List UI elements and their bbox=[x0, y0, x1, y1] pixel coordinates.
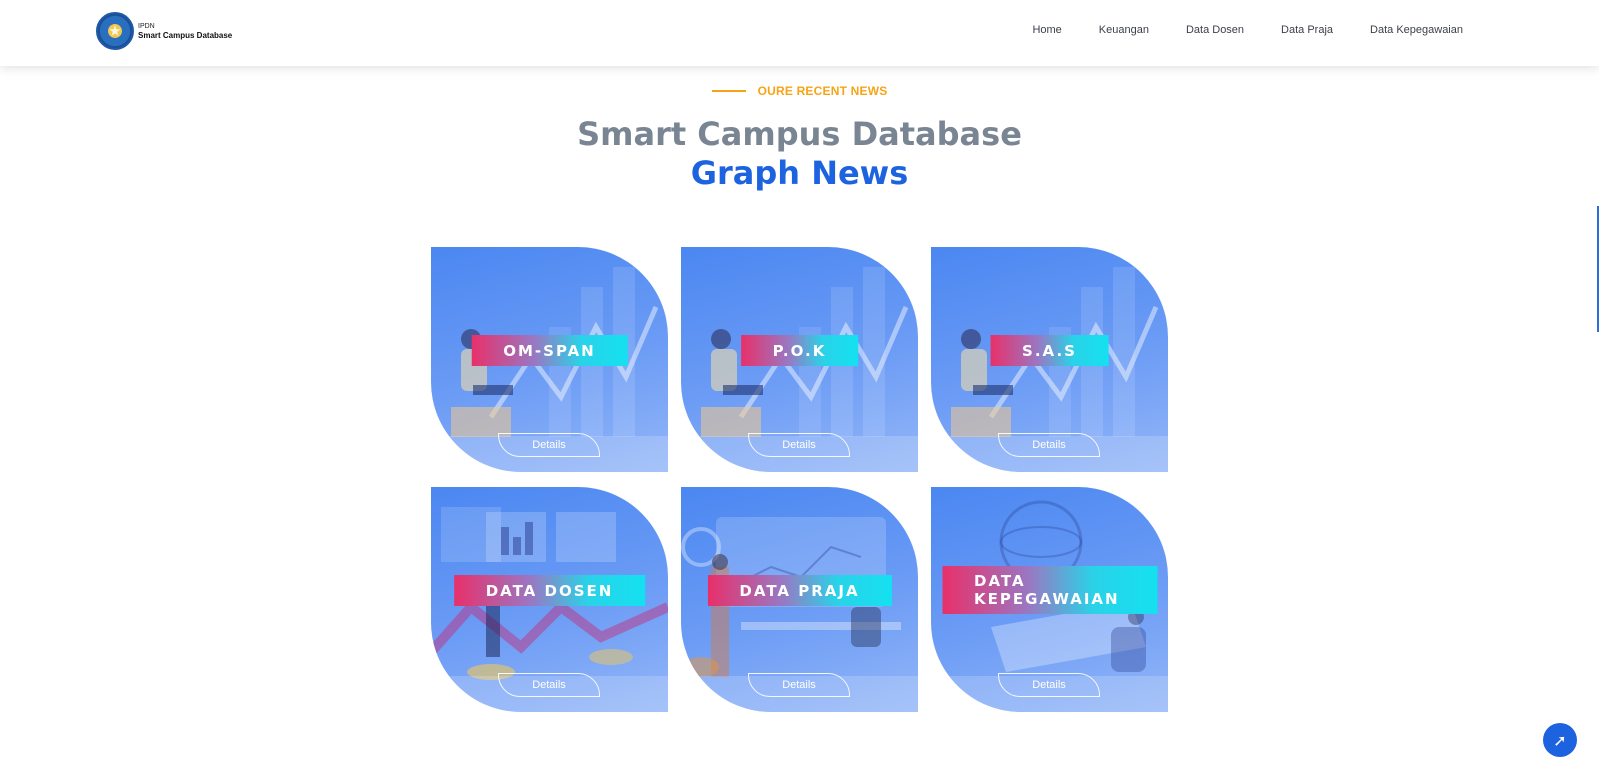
arrow-up-icon: ➚ bbox=[1553, 730, 1567, 750]
card-sas[interactable]: S.A.S Details bbox=[931, 247, 1168, 472]
nav-data-dosen[interactable]: Data Dosen bbox=[1186, 24, 1244, 36]
brand-small-text: IPDN bbox=[138, 23, 155, 30]
card-label: S.A.S bbox=[990, 335, 1109, 366]
ipdn-logo-icon[interactable] bbox=[96, 12, 134, 50]
kicker-line bbox=[711, 90, 746, 92]
main-nav: Home Keuangan Data Dosen Data Praja Data… bbox=[995, 24, 1463, 36]
scroll-to-top-button[interactable]: ➚ bbox=[1543, 723, 1577, 757]
nav-data-kepegawaian[interactable]: Data Kepegawaian bbox=[1370, 24, 1463, 36]
card-data-kepegawaian[interactable]: DATA KEPEGAWAIAN Details bbox=[931, 487, 1168, 712]
card-pok[interactable]: P.O.K Details bbox=[681, 247, 918, 472]
brand-name: Smart Campus Database bbox=[138, 31, 233, 40]
card-label: DATA PRAJA bbox=[707, 575, 892, 606]
details-button[interactable]: Details bbox=[748, 673, 850, 697]
card-data-dosen[interactable]: DATA DOSEN Details bbox=[431, 487, 668, 712]
card-label: P.O.K bbox=[740, 335, 859, 366]
card-label: DATA DOSEN bbox=[453, 575, 646, 606]
kicker-text: OURE RECENT NEWS bbox=[757, 84, 888, 98]
details-button[interactable]: Details bbox=[998, 673, 1100, 697]
details-button[interactable]: Details bbox=[998, 433, 1100, 457]
section-subtitle: Graph News bbox=[690, 154, 909, 192]
card-om-span[interactable]: OM-SPAN Details bbox=[431, 247, 668, 472]
section-title: Smart Campus Database bbox=[577, 115, 1022, 153]
details-button[interactable]: Details bbox=[748, 433, 850, 457]
nav-home[interactable]: Home bbox=[1032, 24, 1061, 36]
card-label: OM-SPAN bbox=[471, 335, 628, 366]
nav-keuangan[interactable]: Keuangan bbox=[1099, 24, 1149, 36]
nav-data-praja[interactable]: Data Praja bbox=[1281, 24, 1333, 36]
details-button[interactable]: Details bbox=[498, 433, 600, 457]
brand[interactable]: IPDN Smart Campus Database bbox=[138, 22, 232, 40]
details-button[interactable]: Details bbox=[498, 673, 600, 697]
site-header: IPDN Smart Campus Database Home Keuangan… bbox=[0, 0, 1599, 66]
card-data-praja[interactable]: DATA PRAJA Details bbox=[681, 487, 918, 712]
section-kicker: OURE RECENT NEWS bbox=[0, 84, 1599, 98]
card-label: DATA KEPEGAWAIAN bbox=[942, 566, 1157, 614]
